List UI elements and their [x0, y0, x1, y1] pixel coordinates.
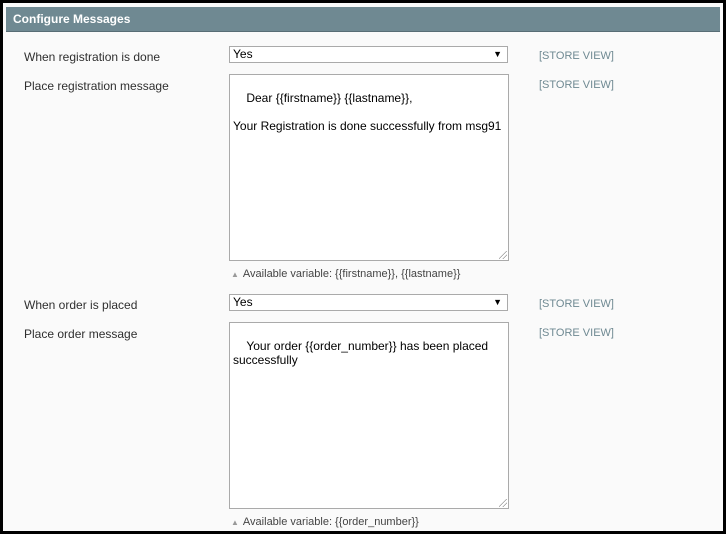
registration-done-label: When registration is done	[24, 50, 161, 64]
order-message-label: Place order message	[24, 327, 138, 341]
registration-message-hint-text: Available variable: {{firstname}}, {{las…	[242, 268, 461, 280]
registration-message-textarea[interactable]: Dear {{firstname}} {{lastname}}, Your Re…	[229, 74, 509, 261]
chevron-down-icon: ▼	[493, 297, 502, 307]
chevron-down-icon: ▼	[493, 49, 502, 59]
registration-done-select[interactable]: Yes ▼	[229, 46, 508, 63]
order-placed-value: Yes	[233, 295, 253, 309]
order-message-textarea[interactable]: Your order {{order_number}} has been pla…	[229, 322, 509, 509]
order-message-hint: ▲ Available variable: {{order_number}}	[231, 516, 419, 528]
resize-handle-icon[interactable]	[499, 251, 507, 259]
registration-message-text: Dear {{firstname}} {{lastname}}, Your Re…	[233, 91, 502, 133]
order-placed-label: When order is placed	[24, 298, 138, 312]
registration-message-label: Place registration message	[24, 79, 169, 93]
registration-message-hint: ▲ Available variable: {{firstname}}, {{la…	[231, 268, 460, 280]
triangle-up-icon: ▲	[231, 518, 239, 527]
order-placed-scope: [STORE VIEW]	[539, 298, 614, 310]
order-message-scope: [STORE VIEW]	[539, 327, 614, 339]
configure-messages-panel: Configure Messages When registration is …	[0, 0, 726, 534]
section-title[interactable]: Configure Messages	[6, 7, 720, 32]
triangle-up-icon: ▲	[231, 270, 239, 279]
order-message-hint-text: Available variable: {{order_number}}	[242, 516, 419, 528]
order-message-text: Your order {{order_number}} has been pla…	[233, 339, 492, 367]
registration-done-scope: [STORE VIEW]	[539, 50, 614, 62]
resize-handle-icon[interactable]	[499, 499, 507, 507]
registration-done-value: Yes	[233, 47, 253, 61]
registration-message-scope: [STORE VIEW]	[539, 79, 614, 91]
order-placed-select[interactable]: Yes ▼	[229, 294, 508, 311]
